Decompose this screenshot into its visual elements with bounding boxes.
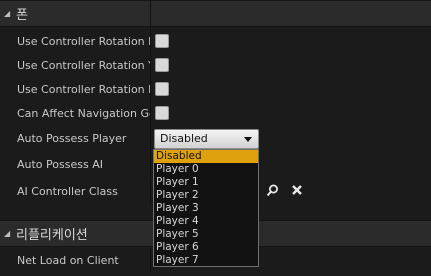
collapse-arrow-icon[interactable]: ◢ xyxy=(4,229,16,238)
dropdown-option[interactable]: Player 1 xyxy=(154,176,258,189)
column-divider[interactable] xyxy=(150,152,151,177)
details-panel: ◢ 폰 Use Controller Rotation Pitch Use Co… xyxy=(0,0,431,276)
search-icon[interactable] xyxy=(265,183,279,197)
close-icon[interactable] xyxy=(290,183,304,197)
column-divider[interactable] xyxy=(150,126,151,151)
dropdown-option[interactable]: Player 4 xyxy=(154,215,258,228)
yaw-checkbox[interactable] xyxy=(155,58,169,72)
dropdown-option[interactable]: Disabled xyxy=(154,150,258,163)
property-label: Use Controller Rotation Yaw xyxy=(17,59,150,72)
chevron-down-icon xyxy=(244,137,252,142)
auto-possess-player-combo[interactable]: Disabled xyxy=(154,129,259,149)
property-label: Can Affect Navigation Generation xyxy=(17,107,150,120)
dropdown-option[interactable]: Player 6 xyxy=(154,241,258,254)
column-divider[interactable] xyxy=(150,101,151,126)
column-divider[interactable] xyxy=(150,29,151,54)
dropdown-option[interactable]: Player 7 xyxy=(154,254,258,267)
dropdown-option[interactable]: Player 2 xyxy=(154,189,258,202)
property-label: Net Load on Client xyxy=(17,254,119,267)
property-label: Use Controller Rotation Roll xyxy=(17,83,150,96)
property-row-navigation: Can Affect Navigation Generation xyxy=(0,101,431,126)
property-row-pitch: Use Controller Rotation Pitch xyxy=(0,29,431,54)
section-title: 폰 xyxy=(16,8,28,23)
navigation-checkbox[interactable] xyxy=(155,106,169,120)
pitch-checkbox[interactable] xyxy=(155,34,169,48)
column-divider[interactable] xyxy=(150,77,151,102)
dropdown-option[interactable]: Player 3 xyxy=(154,202,258,215)
property-row-roll: Use Controller Rotation Roll xyxy=(0,77,431,102)
dropdown-option[interactable]: Player 0 xyxy=(154,163,258,176)
column-divider[interactable] xyxy=(150,248,151,273)
column-divider[interactable] xyxy=(150,53,151,78)
column-divider[interactable] xyxy=(150,0,151,27)
dropdown-option[interactable]: Player 5 xyxy=(154,228,258,241)
property-label: Auto Possess Player xyxy=(17,132,127,145)
column-divider[interactable] xyxy=(150,179,151,204)
property-row-yaw: Use Controller Rotation Yaw xyxy=(0,53,431,78)
collapse-arrow-icon[interactable]: ◢ xyxy=(4,9,16,18)
combo-selected-value: Disabled xyxy=(160,132,208,145)
section-header-pawn[interactable]: ◢ 폰 xyxy=(0,0,431,27)
property-label: AI Controller Class xyxy=(17,185,118,198)
property-label: Use Controller Rotation Pitch xyxy=(17,35,150,48)
roll-checkbox[interactable] xyxy=(155,82,169,96)
property-label: Auto Possess AI xyxy=(17,158,103,171)
section-title: 리플리케이션 xyxy=(16,228,88,243)
auto-possess-player-dropdown: Disabled Player 0 Player 1 Player 2 Play… xyxy=(153,149,259,267)
